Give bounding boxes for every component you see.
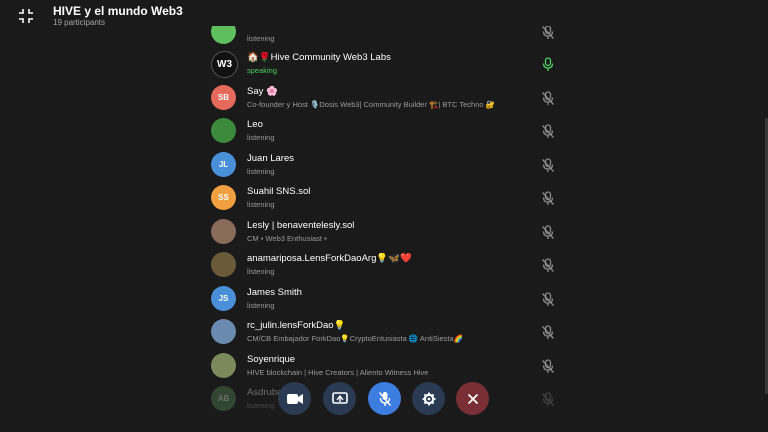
- avatar: AB: [211, 386, 236, 411]
- avatar-initials: JS: [218, 294, 229, 303]
- avatar-initials: AB: [217, 394, 230, 403]
- participant-name: rc_julin.lensForkDao💡: [247, 320, 346, 331]
- participant-name: Soyenrique: [247, 354, 296, 365]
- participant-status: CM/CB Embajador ForkDao💡CryptoEntusiasta…: [247, 334, 464, 343]
- avatar: [211, 353, 236, 378]
- avatar: [211, 252, 236, 277]
- participant-row[interactable]: Lesly | benaventelesly.sol CM • Web3 Ent…: [203, 216, 568, 249]
- microphone-off-icon: [541, 158, 555, 173]
- avatar: [211, 26, 236, 44]
- avatar: SS: [211, 185, 236, 210]
- participant-status: listening: [247, 401, 275, 410]
- participant-row[interactable]: anamariposa.LensForkDaoArg💡🦋❤️ listening: [203, 249, 568, 282]
- settings-button[interactable]: [412, 382, 445, 415]
- participant-name: Suahil SNS.sol: [247, 186, 311, 197]
- participant-name: Juan Lares: [247, 153, 295, 164]
- participant-row[interactable]: JL Juan Lares listening: [203, 149, 568, 182]
- microphone-off-icon: [541, 325, 555, 340]
- participant-row[interactable]: SS Suahil SNS.sol listening: [203, 182, 568, 215]
- gear-icon: [422, 392, 435, 405]
- avatar: JS: [211, 286, 236, 311]
- avatar: [211, 219, 236, 244]
- participant-name: Say 🌸: [247, 86, 278, 97]
- share-screen-button[interactable]: [323, 382, 356, 415]
- avatar-initials: SB: [217, 93, 230, 102]
- call-title: HIVE y el mundo Web3: [53, 4, 183, 18]
- avatar-initials: SS: [218, 193, 229, 202]
- participant-name: Leo: [247, 119, 263, 130]
- participant-row[interactable]: Soyenrique HIVE blockchain | Hive Creato…: [203, 350, 568, 383]
- participant-status: listening: [247, 200, 275, 209]
- avatar: [211, 319, 236, 344]
- microphone-off-icon: [378, 391, 391, 406]
- microphone-icon: [541, 57, 555, 72]
- microphone-off-icon: [541, 91, 555, 106]
- microphone-off-icon: [541, 392, 555, 407]
- participant-status: CM • Web3 Enthusiast •: [247, 234, 327, 243]
- video-button[interactable]: [278, 382, 311, 415]
- participant-row[interactable]: rc_julin.lensForkDao💡 CM/CB Embajador Fo…: [203, 316, 568, 349]
- close-icon: [467, 393, 478, 404]
- participant-status: listening: [247, 167, 275, 176]
- microphone-off-icon: [541, 359, 555, 374]
- participant-name: Lesly | benaventelesly.sol: [247, 220, 355, 231]
- microphone-off-icon: [541, 191, 555, 206]
- participant-name: 🏠🌹Hive Community Web3 Labs: [247, 52, 391, 63]
- microphone-off-icon: [541, 225, 555, 240]
- avatar: SB: [211, 85, 236, 110]
- participant-status: listening: [247, 301, 275, 310]
- participant-row[interactable]: Leo listening: [203, 115, 568, 148]
- participant-row[interactable]: W3 🏠🌹Hive Community Web3 Labs speaking: [203, 48, 568, 81]
- participant-name: James Smith: [247, 287, 302, 298]
- video-camera-icon: [286, 393, 303, 404]
- avatar-initials: JL: [218, 160, 229, 169]
- participant-status: listening: [247, 267, 275, 276]
- leave-button[interactable]: [456, 382, 489, 415]
- participant-status: listening: [247, 133, 275, 142]
- participant-count: 19 participants: [53, 18, 106, 27]
- participant-row[interactable]: SB Say 🌸 Co-founder y Host 🎙️Dosis Web3|…: [203, 82, 568, 115]
- microphone-off-icon: [541, 258, 555, 273]
- participant-status: speaking: [247, 66, 278, 75]
- mute-button[interactable]: [368, 382, 401, 415]
- screen-share-icon: [331, 391, 348, 404]
- avatar: W3: [211, 51, 238, 78]
- participant-row[interactable]: JS James Smith listening: [203, 283, 568, 316]
- collapse-icon[interactable]: [17, 7, 35, 25]
- avatar-initials: W3: [217, 59, 232, 70]
- microphone-off-icon: [541, 292, 555, 307]
- microphone-off-icon: [541, 26, 555, 40]
- avatar: [211, 118, 236, 143]
- participant-status: HIVE blockchain | Hive Creators | Alient…: [247, 368, 429, 377]
- participant-status: Co-founder y Host 🎙️Dosis Web3| Communit…: [247, 100, 495, 109]
- microphone-off-icon: [541, 124, 555, 139]
- participant-status: listening: [247, 34, 275, 43]
- participant-name: anamariposa.LensForkDaoArg💡🦋❤️: [247, 253, 412, 264]
- participant-row[interactable]: listening: [203, 26, 568, 49]
- avatar: JL: [211, 152, 236, 177]
- participant-list[interactable]: listening W3 🏠🌹Hive Community Web3 Labs …: [203, 26, 568, 432]
